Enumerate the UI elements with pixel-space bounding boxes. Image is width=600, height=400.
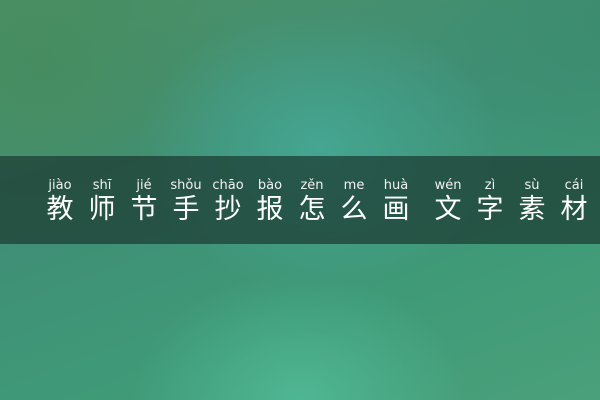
hanzi: 手 <box>172 194 200 225</box>
title-char: shī 师 <box>82 178 122 226</box>
title-char: wén 文 <box>428 178 468 226</box>
pinyin: me <box>343 178 365 193</box>
hanzi: 节 <box>130 194 158 225</box>
pinyin: chāo <box>212 178 244 193</box>
hanzi: 报 <box>256 194 284 225</box>
title-char: cái 材 <box>554 178 594 226</box>
page-title: jiào 教 shī 师 jié 节 shǒu 手 chāo 抄 bào 报 z… <box>40 178 596 226</box>
hanzi: 教 <box>46 194 74 225</box>
title-char: jié 节 <box>124 178 164 226</box>
title-char: chāo 抄 <box>208 178 248 226</box>
pinyin: jié <box>136 178 152 193</box>
title-char: jiào 教 <box>40 178 80 226</box>
pinyin: zěn <box>300 178 324 193</box>
pinyin: wén <box>434 178 462 193</box>
hanzi: 么 <box>340 194 368 225</box>
pinyin: shǒu <box>170 178 202 193</box>
hanzi: 画 <box>382 194 410 225</box>
hanzi: 字 <box>476 194 504 225</box>
title-char: zì 字 <box>470 178 510 226</box>
pinyin: zì <box>484 178 496 193</box>
pinyin: sù <box>524 178 540 193</box>
title-char: zěn 怎 <box>292 178 332 226</box>
hanzi: 师 <box>88 194 116 225</box>
hanzi: 素 <box>518 194 546 225</box>
title-char: huà 画 <box>376 178 416 226</box>
pinyin: huà <box>383 178 409 193</box>
title-char: bào 报 <box>250 178 290 226</box>
title-char: shǒu 手 <box>166 178 206 226</box>
hanzi: 材 <box>560 194 588 225</box>
title-char: me 么 <box>334 178 374 226</box>
pinyin: shī <box>92 178 112 193</box>
pinyin: jiào <box>48 178 72 193</box>
hanzi: 抄 <box>214 194 242 225</box>
hanzi: 文 <box>434 194 462 225</box>
hanzi: 怎 <box>298 194 326 225</box>
pinyin: cái <box>564 178 584 193</box>
pinyin: bào <box>257 178 283 193</box>
title-char: sù 素 <box>512 178 552 226</box>
